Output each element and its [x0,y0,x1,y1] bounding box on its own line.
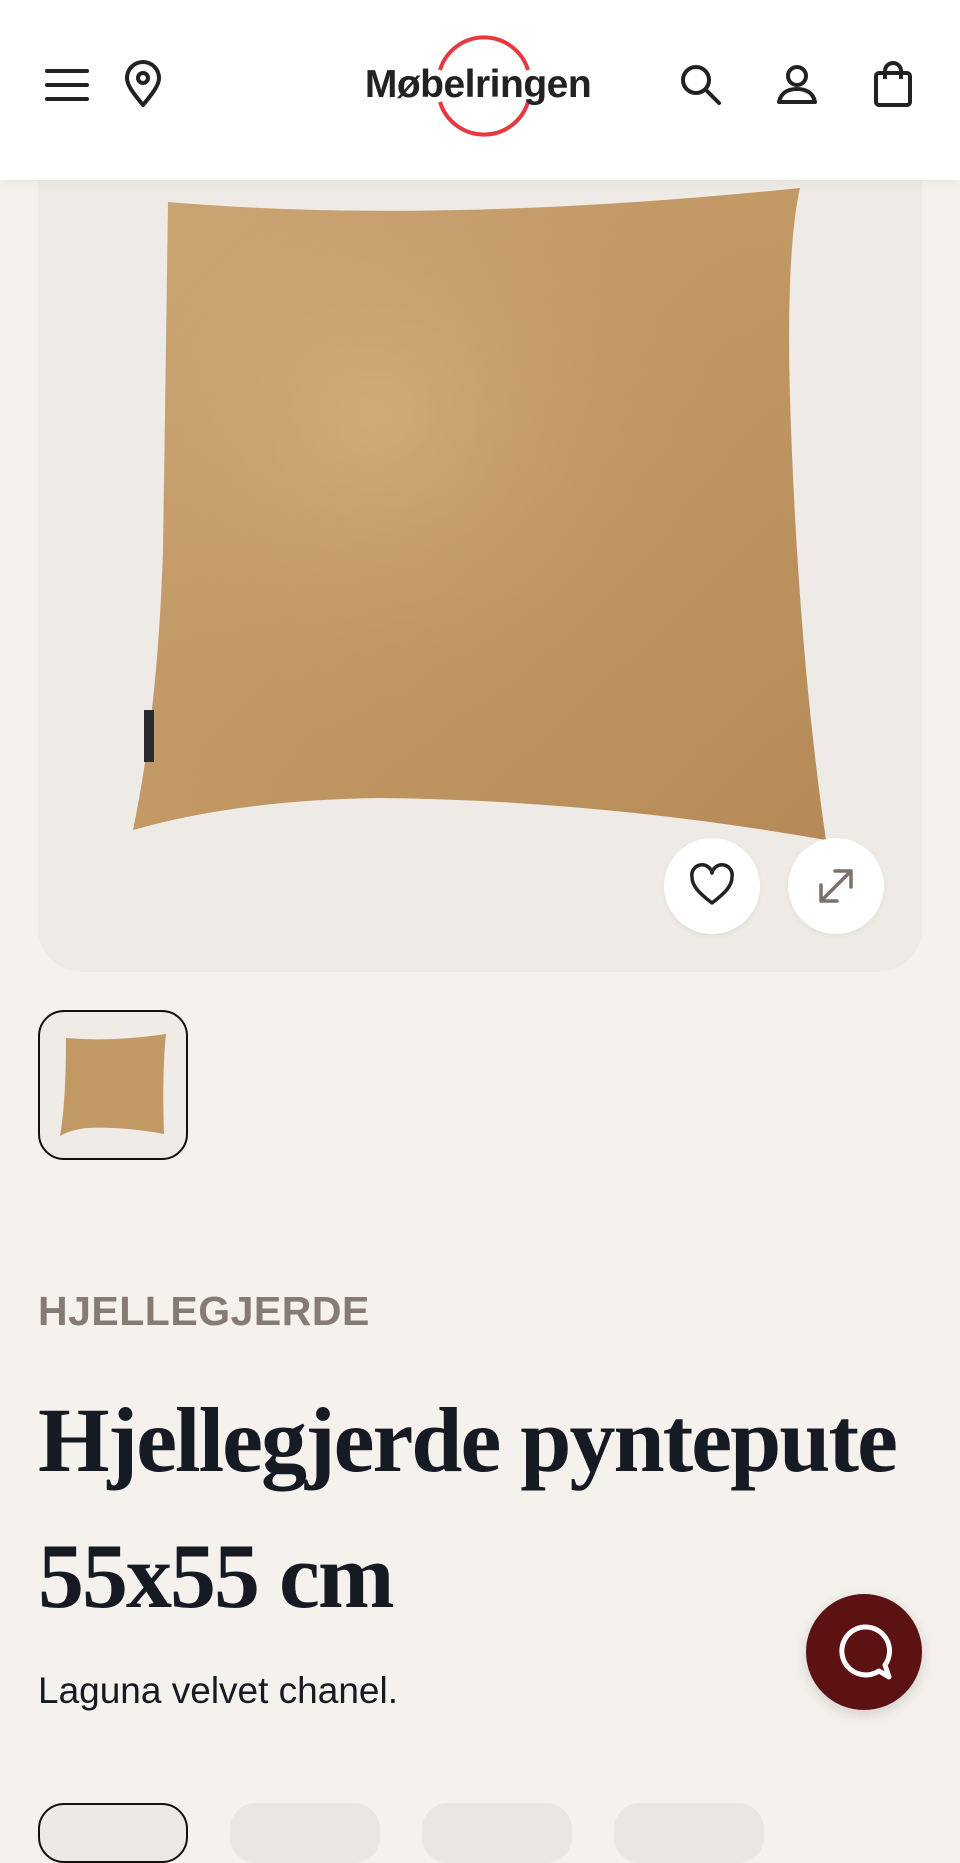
account-button[interactable] [762,50,832,120]
expand-image-button[interactable] [788,838,884,934]
site-logo[interactable]: Møbelringen [358,26,598,144]
store-locator-button[interactable] [108,50,178,120]
shopping-bag-icon [874,61,912,107]
variant-swatch[interactable] [422,1803,572,1863]
search-icon [681,65,721,105]
location-pin-icon [125,60,161,107]
product-description: Laguna velvet chanel. [38,1670,398,1711]
product-thumbnail[interactable] [38,1010,188,1160]
cart-button[interactable] [858,50,928,120]
variant-swatch[interactable] [614,1803,764,1863]
thumbnail-image [60,1034,166,1136]
variant-swatch[interactable] [38,1803,188,1863]
chat-button[interactable] [806,1594,922,1710]
variant-swatch[interactable] [230,1803,380,1863]
menu-button[interactable] [32,50,102,120]
menu-icon [45,69,89,101]
logo-text: Møbelringen [364,63,592,106]
user-icon [777,65,817,104]
site-header: Møbelringen [0,0,960,180]
product-image [133,188,826,840]
product-title: Hjellegjerde pyntepute 55x55 cm [38,1389,898,1627]
product-brand[interactable]: HJELLEGJERDE [38,1288,370,1335]
expand-icon [819,869,853,903]
product-image-card[interactable] [38,150,922,972]
search-button[interactable] [666,50,736,120]
favorite-button[interactable] [664,838,760,934]
heart-icon [690,863,734,905]
chat-icon [839,1624,893,1680]
